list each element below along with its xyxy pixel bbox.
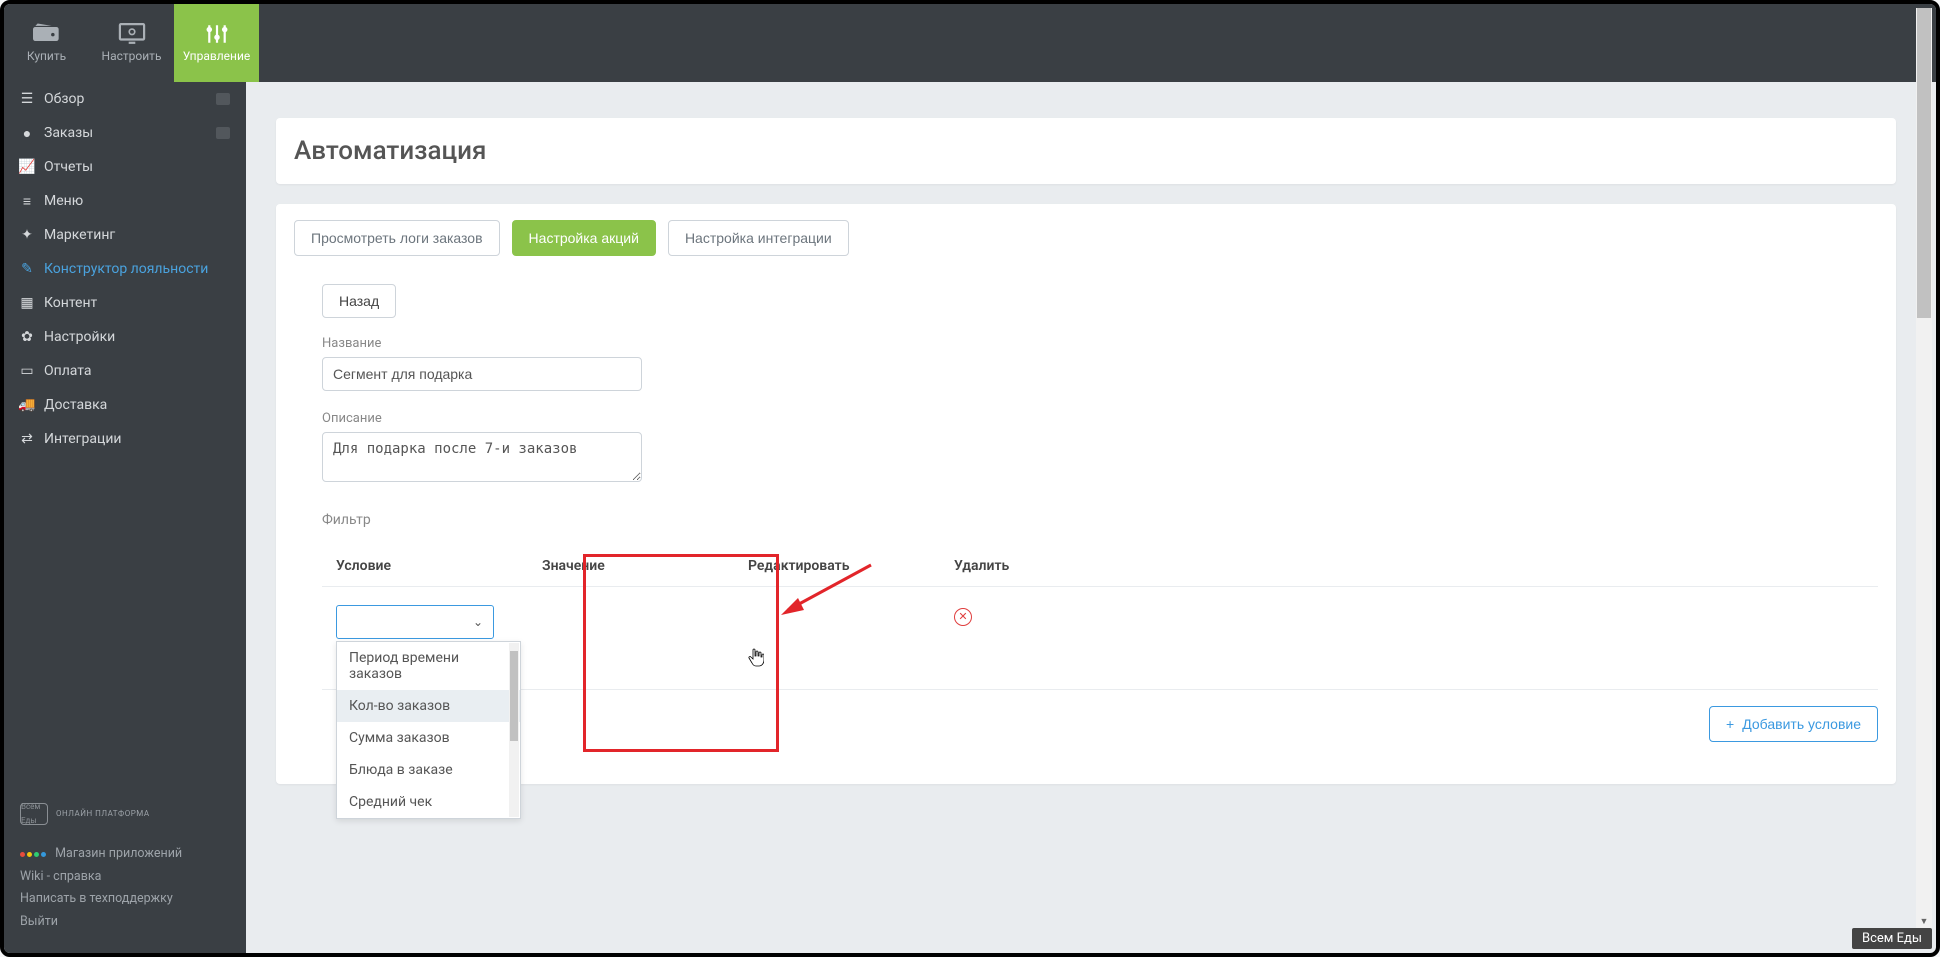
footer-link-support[interactable]: Написать в техподдержку bbox=[20, 888, 230, 911]
topbar-manage[interactable]: Управление bbox=[174, 4, 259, 82]
sidebar-item-label: Доставка bbox=[44, 397, 107, 413]
delete-row-button[interactable]: ✕ bbox=[954, 608, 972, 626]
list-icon: ☰ bbox=[20, 92, 34, 106]
sidebar-item-loyalty[interactable]: ✎ Конструктор лояльности bbox=[4, 252, 246, 286]
sidebar-item-label: Заказы bbox=[44, 125, 93, 141]
add-condition-label: Добавить условие bbox=[1742, 716, 1861, 732]
topbar: Купить Настроить Управление bbox=[4, 4, 1936, 82]
truck-icon: 🚚 bbox=[20, 398, 34, 412]
sidebar-item-label: Интеграции bbox=[44, 431, 122, 447]
sidebar: ☰ Обзор ● Заказы 📈 Отчеты ≡ Меню bbox=[4, 82, 246, 953]
sidebar-item-payment[interactable]: ▭ Оплата bbox=[4, 354, 246, 388]
col-header-delete: Удалить bbox=[954, 558, 1864, 574]
sidebar-item-label: Меню bbox=[44, 193, 83, 209]
monitor-gear-icon bbox=[118, 23, 146, 45]
condition-select[interactable]: ⌄ bbox=[336, 605, 494, 639]
chevron-down-icon: ⌄ bbox=[473, 615, 483, 629]
sidebar-item-overview[interactable]: ☰ Обзор bbox=[4, 82, 246, 116]
sidebar-item-label: Маркетинг bbox=[44, 227, 115, 243]
dropdown-option-period[interactable]: Период времени заказов bbox=[337, 642, 520, 690]
sidebar-item-menu[interactable]: ≡ Меню bbox=[4, 184, 246, 218]
col-header-condition: Условие bbox=[336, 558, 542, 574]
brand-subtitle: ОНЛАЙН ПЛАТФОРМА bbox=[56, 807, 150, 821]
filter-label: Фильтр bbox=[322, 512, 1878, 528]
footer-link-exit[interactable]: Выйти bbox=[20, 911, 230, 934]
sidebar-item-label: Контент bbox=[44, 295, 97, 311]
footer-link-label: Магазин приложений bbox=[55, 846, 182, 861]
sidebar-item-label: Оплата bbox=[44, 363, 92, 379]
sliders-icon bbox=[203, 23, 231, 45]
col-header-value: Значение bbox=[542, 558, 748, 574]
menu-icon: ≡ bbox=[20, 194, 34, 208]
brand-pill: Всем Еды bbox=[1852, 928, 1932, 949]
sidebar-item-label: Конструктор лояльности bbox=[44, 261, 208, 277]
integration-settings-button[interactable]: Настройка интеграции bbox=[668, 220, 849, 256]
promo-settings-button[interactable]: Настройка акций bbox=[512, 220, 656, 256]
grid-icon: ▦ bbox=[20, 296, 34, 310]
view-logs-button[interactable]: Просмотреть логи заказов bbox=[294, 220, 500, 256]
page-header-card: Автоматизация bbox=[276, 118, 1896, 184]
topbar-buy-label: Купить bbox=[27, 49, 66, 63]
card-icon: ▭ bbox=[20, 364, 34, 378]
chart-icon: 📈 bbox=[20, 160, 34, 174]
description-textarea[interactable]: Для подарка после 7-и заказов bbox=[322, 432, 642, 482]
scroll-thumb[interactable] bbox=[1917, 8, 1931, 318]
sidebar-item-orders[interactable]: ● Заказы bbox=[4, 116, 246, 150]
dot-icon: ● bbox=[20, 126, 34, 140]
wallet-icon bbox=[33, 23, 61, 45]
dropdown-option-dishes[interactable]: Блюда в заказе bbox=[337, 754, 520, 786]
pencil-icon: ✎ bbox=[20, 262, 34, 276]
dots-icon bbox=[20, 852, 46, 857]
sidebar-footer: Всем Еды ОНЛАЙН ПЛАТФОРМА Магазин прилож… bbox=[4, 791, 246, 953]
main-card: Просмотреть логи заказов Настройка акций… bbox=[276, 204, 1896, 784]
main-content: Автоматизация Просмотреть логи заказов Н… bbox=[246, 82, 1936, 953]
plus-icon: + bbox=[1726, 716, 1734, 732]
sidebar-item-label: Обзор bbox=[44, 91, 84, 107]
col-header-edit: Редактировать bbox=[748, 558, 954, 574]
dropdown-option-avg[interactable]: Средний чек bbox=[337, 786, 520, 818]
description-label: Описание bbox=[322, 411, 1878, 426]
page-title: Автоматизация bbox=[294, 136, 1878, 166]
sidebar-item-content[interactable]: ▦ Контент bbox=[4, 286, 246, 320]
add-condition-button[interactable]: + Добавить условие bbox=[1709, 706, 1878, 742]
sidebar-item-delivery[interactable]: 🚚 Доставка bbox=[4, 388, 246, 422]
topbar-buy[interactable]: Купить bbox=[4, 4, 89, 82]
sidebar-item-settings[interactable]: ✿ Настройки bbox=[4, 320, 246, 354]
footer-link-wiki[interactable]: Wiki - справка bbox=[20, 866, 230, 889]
sidebar-item-marketing[interactable]: ✦ Маркетинг bbox=[4, 218, 246, 252]
sidebar-item-integrations[interactable]: ⇄ Интеграции bbox=[4, 422, 246, 456]
sidebar-item-label: Отчеты bbox=[44, 159, 93, 175]
filter-table-row: ⌄ Период времени заказов Кол-во заказов … bbox=[322, 587, 1878, 690]
link-icon: ⇄ bbox=[20, 432, 34, 446]
sidebar-item-label: Настройки bbox=[44, 329, 115, 345]
topbar-setup-label: Настроить bbox=[102, 49, 162, 63]
topbar-setup[interactable]: Настроить bbox=[89, 4, 174, 82]
brand-logo-icon: Всем Еды bbox=[20, 803, 48, 825]
condition-dropdown: Период времени заказов Кол-во заказов Су… bbox=[336, 641, 521, 819]
scroll-down-icon[interactable]: ▼ bbox=[1916, 913, 1932, 929]
name-label: Название bbox=[322, 336, 1878, 351]
badge-icon bbox=[216, 127, 230, 139]
back-button[interactable]: Назад bbox=[322, 284, 396, 318]
topbar-manage-label: Управление bbox=[183, 49, 251, 63]
name-input[interactable] bbox=[322, 357, 642, 391]
page-scrollbar[interactable]: ▲ ▼ bbox=[1916, 8, 1932, 929]
footer-link-store[interactable]: Магазин приложений bbox=[20, 843, 230, 866]
sidebar-item-reports[interactable]: 📈 Отчеты bbox=[4, 150, 246, 184]
dropdown-option-sum[interactable]: Сумма заказов bbox=[337, 722, 520, 754]
dropdown-option-count[interactable]: Кол-во заказов bbox=[337, 690, 520, 722]
gear-icon: ✿ bbox=[20, 330, 34, 344]
dropdown-scrollbar[interactable] bbox=[509, 643, 519, 817]
filter-table-header: Условие Значение Редактировать Удалить bbox=[322, 546, 1878, 587]
plus-icon: ✦ bbox=[20, 228, 34, 242]
badge-icon bbox=[216, 93, 230, 105]
